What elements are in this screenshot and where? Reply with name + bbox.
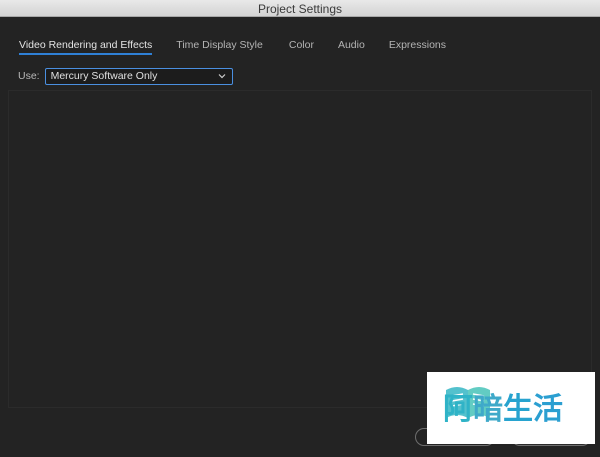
renderer-label: Use: <box>18 70 40 82</box>
title-bar[interactable]: Project Settings <box>0 0 600 17</box>
renderer-select[interactable]: Mercury Software Only <box>44 67 233 85</box>
watermark-text: 阿暗生活 <box>443 392 563 428</box>
tab-time-display-style[interactable]: Time Display Style <box>176 38 263 56</box>
tab-audio[interactable]: Audio <box>338 38 365 56</box>
tab-video-rendering-and-effects[interactable]: Video Rendering and Effects <box>19 38 153 56</box>
tab-bar: Video Rendering and Effects Time Display… <box>19 38 470 56</box>
project-settings-window: Project Settings Video Rendering and Eff… <box>0 0 600 457</box>
renderer-row: Use: Mercury Software Only <box>18 67 233 85</box>
watermark-char-3: 生 <box>503 392 533 427</box>
watermark-char-4: 活 <box>533 392 563 427</box>
watermark-logo: 阿暗生活 <box>427 372 595 444</box>
watermark-char-1: 阿 <box>443 392 473 427</box>
watermark-char-2: 暗 <box>473 392 503 427</box>
window-title: Project Settings <box>257 2 343 16</box>
chevron-down-icon <box>218 73 226 78</box>
tab-color[interactable]: Color <box>289 38 314 56</box>
tab-expressions[interactable]: Expressions <box>389 38 446 56</box>
settings-panel <box>8 90 592 408</box>
renderer-selected-value: Mercury Software Only <box>50 69 158 82</box>
